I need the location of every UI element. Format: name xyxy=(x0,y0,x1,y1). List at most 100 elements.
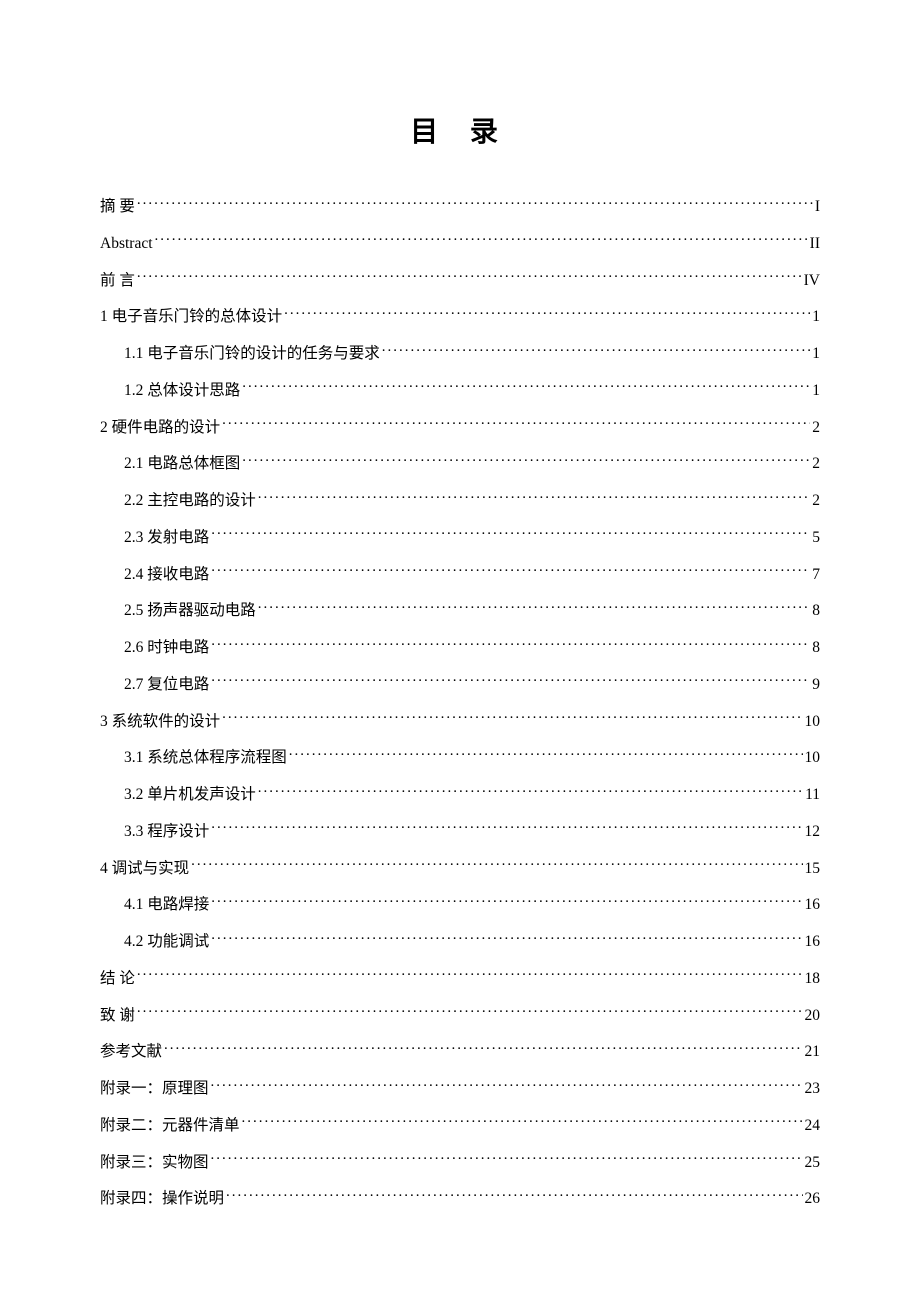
toc-entry: 结 论 18 xyxy=(100,967,820,990)
toc-entry-page: 21 xyxy=(805,1040,821,1063)
toc-entry-label: 1 电子音乐门铃的总体设计 xyxy=(100,305,282,328)
toc-entry: 2.4 接收电路 7 xyxy=(100,563,820,586)
toc-entry-label: 附录一：原理图 xyxy=(100,1077,209,1100)
toc-entry-page: 8 xyxy=(812,599,820,622)
toc-leader-dots xyxy=(211,637,810,653)
toc-entry-page: 15 xyxy=(805,857,821,880)
toc-leader-dots xyxy=(211,931,802,947)
toc-entry-page: 18 xyxy=(805,967,821,990)
toc-entry-page: 25 xyxy=(805,1151,821,1174)
toc-entry-page: 16 xyxy=(805,893,821,916)
toc-entry: 2.7 复位电路9 xyxy=(100,673,820,696)
toc-leader-dots xyxy=(211,1151,803,1167)
toc-entry-page: 1 xyxy=(812,305,820,328)
toc-entry-label: 4.2 功能调试 xyxy=(124,930,209,953)
toc-leader-dots xyxy=(211,1078,803,1094)
toc-leader-dots xyxy=(242,379,810,395)
toc-leader-dots xyxy=(242,453,810,469)
toc-entry-page: 12 xyxy=(805,820,821,843)
toc-leader-dots xyxy=(211,526,810,542)
toc-entry: 3.3 程序设计 12 xyxy=(100,820,820,843)
toc-leader-dots xyxy=(258,600,810,616)
toc-leader-dots xyxy=(137,967,803,983)
toc-leader-dots xyxy=(211,673,810,689)
toc-entry-page: 16 xyxy=(805,930,821,953)
toc-entry: 3.1 系统总体程序流程图 10 xyxy=(100,746,820,769)
toc-entry-label: 2.3 发射电路 xyxy=(124,526,209,549)
toc-entry-label: 致 谢 xyxy=(100,1004,135,1027)
toc-leader-dots xyxy=(211,894,802,910)
toc-entry-page: 1 xyxy=(812,379,820,402)
toc-leader-dots xyxy=(137,1004,803,1020)
toc-leader-dots xyxy=(226,1188,802,1204)
toc-entry-page: 7 xyxy=(812,563,820,586)
toc-entry-label: Abstract xyxy=(100,232,153,255)
toc-leader-dots xyxy=(284,306,810,322)
toc-entry-label: 参考文献 xyxy=(100,1040,162,1063)
toc-entry: 参考文献 21 xyxy=(100,1040,820,1063)
toc-entry: 2.3 发射电路 5 xyxy=(100,526,820,549)
toc-entry-label: 附录二：元器件清单 xyxy=(100,1114,240,1137)
toc-entry-page: 11 xyxy=(805,783,820,806)
toc-entry-page: 2 xyxy=(812,452,820,475)
toc-entry-page: 9 xyxy=(812,673,820,696)
toc-entry-label: 结 论 xyxy=(100,967,135,990)
toc-leader-dots xyxy=(382,343,810,359)
toc-entry: 1 电子音乐门铃的总体设计 1 xyxy=(100,305,820,328)
toc-entry-label: 2.6 时钟电路 xyxy=(124,636,209,659)
toc-leader-dots xyxy=(137,196,813,212)
toc-entry: 2.5 扬声器驱动电路 8 xyxy=(100,599,820,622)
toc-entry: 2.6 时钟电路 8 xyxy=(100,636,820,659)
toc-entry-page: 23 xyxy=(805,1077,821,1100)
toc-entry-label: 附录四：操作说明 xyxy=(100,1187,224,1210)
toc-entry-page: 1 xyxy=(812,342,820,365)
toc-entry-page: 8 xyxy=(812,636,820,659)
toc-entry-label: 4 调试与实现 xyxy=(100,857,189,880)
toc-entry-label: 1.2 总体设计思路 xyxy=(124,379,240,402)
toc-entry: 附录三：实物图 25 xyxy=(100,1151,820,1174)
toc-entry-label: 2.5 扬声器驱动电路 xyxy=(124,599,256,622)
toc-entry-page: I xyxy=(815,195,820,218)
toc-entry-page: 5 xyxy=(812,526,820,549)
toc-entry-label: 3.2 单片机发声设计 xyxy=(124,783,256,806)
toc-entry: 附录四：操作说明26 xyxy=(100,1187,820,1210)
toc-leader-dots xyxy=(211,563,810,579)
toc-entry: 1.2 总体设计思路 1 xyxy=(100,379,820,402)
toc-entry-page: 10 xyxy=(805,746,821,769)
toc-entry: 前 言IV xyxy=(100,269,820,292)
toc-entry-page: 10 xyxy=(805,710,821,733)
toc-entry: 3 系统软件的设计 10 xyxy=(100,710,820,733)
toc-entry: 1.1 电子音乐门铃的设计的任务与要求 1 xyxy=(100,342,820,365)
toc-entry: 2 硬件电路的设计 2 xyxy=(100,416,820,439)
toc-entry-label: 2 硬件电路的设计 xyxy=(100,416,220,439)
toc-entry-label: 附录三：实物图 xyxy=(100,1151,209,1174)
toc-entry-label: 1.1 电子音乐门铃的设计的任务与要求 xyxy=(124,342,380,365)
toc-entry-label: 3.1 系统总体程序流程图 xyxy=(124,746,287,769)
toc-entry-page: II xyxy=(810,232,820,255)
toc-leader-dots xyxy=(211,820,802,836)
toc-leader-dots xyxy=(258,490,810,506)
toc-entry-label: 2.4 接收电路 xyxy=(124,563,209,586)
toc-leader-dots xyxy=(191,857,802,873)
toc-leader-dots xyxy=(222,710,802,726)
toc-entry-label: 3 系统软件的设计 xyxy=(100,710,220,733)
toc-entry: 2.2 主控电路的设计2 xyxy=(100,489,820,512)
page-title: 目 录 xyxy=(100,110,820,150)
toc-entry: 2.1 电路总体框图2 xyxy=(100,452,820,475)
toc-entry-label: 2.2 主控电路的设计 xyxy=(124,489,256,512)
toc-entry-page: 2 xyxy=(812,416,820,439)
toc-entry-label: 4.1 电路焊接 xyxy=(124,893,209,916)
toc-leader-dots xyxy=(155,232,808,248)
toc-leader-dots xyxy=(164,1041,802,1057)
toc-leader-dots xyxy=(222,416,810,432)
toc-entry-page: 20 xyxy=(805,1004,821,1027)
toc-entry: 3.2 单片机发声设计 11 xyxy=(100,783,820,806)
toc-entry: 4 调试与实现 15 xyxy=(100,857,820,880)
toc-leader-dots xyxy=(258,784,803,800)
toc-leader-dots xyxy=(242,1114,803,1130)
toc-entry: 摘 要I xyxy=(100,195,820,218)
toc-entry: Abstract II xyxy=(100,232,820,255)
toc-entry-label: 摘 要 xyxy=(100,195,135,218)
toc-entry-label: 前 言 xyxy=(100,269,135,292)
toc-entry-label: 3.3 程序设计 xyxy=(124,820,209,843)
